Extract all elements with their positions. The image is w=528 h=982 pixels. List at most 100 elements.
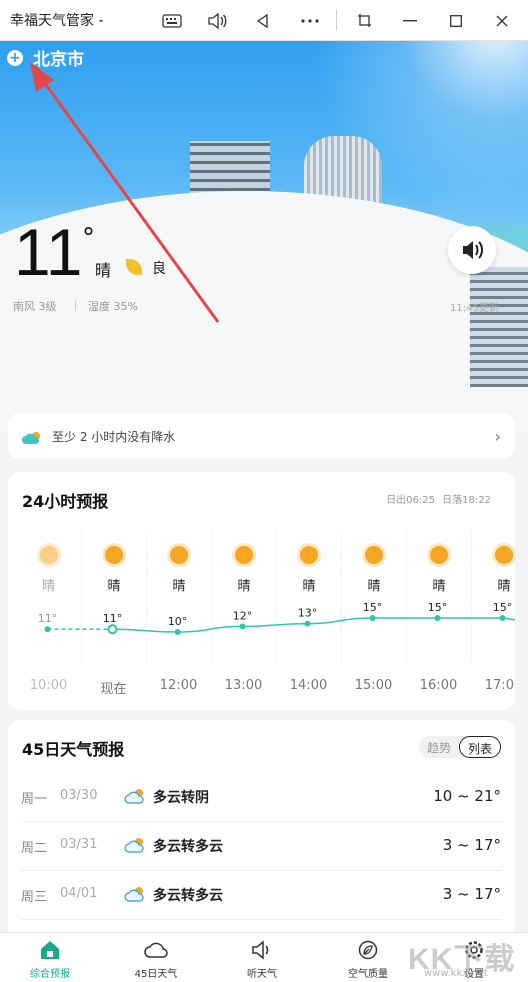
keyboard-icon[interactable] bbox=[160, 9, 184, 33]
chevron-right-icon[interactable]: › bbox=[495, 427, 501, 446]
sun-icon bbox=[105, 546, 123, 564]
daily-temp-range: 3 ~ 17° bbox=[442, 836, 501, 854]
partly-cloudy-icon bbox=[124, 788, 146, 804]
cloud-icon bbox=[22, 430, 40, 444]
hourly-time: 15:00 bbox=[354, 678, 393, 693]
location-selector[interactable]: + 北京市 bbox=[7, 45, 84, 70]
sun-icon bbox=[430, 546, 448, 564]
screenshot-icon[interactable] bbox=[353, 9, 377, 33]
hourly-condition: 晴 bbox=[237, 579, 251, 594]
nav-label: 45日天气 bbox=[134, 969, 178, 980]
add-city-icon[interactable]: + bbox=[7, 49, 23, 66]
back-triangle-icon[interactable] bbox=[251, 9, 275, 33]
sunset-time: 日落18:22 bbox=[442, 495, 491, 506]
air-quality-label[interactable]: 良 bbox=[152, 258, 166, 278]
partly-cloudy-icon bbox=[124, 886, 146, 902]
hourly-condition: 晴 bbox=[367, 579, 381, 594]
daily-row[interactable]: 周一 03/30 多云转阴 10 ~ 21° bbox=[8, 774, 515, 822]
hourly-condition: 晴 bbox=[497, 579, 511, 594]
hourly-item: 晴 bbox=[146, 532, 211, 662]
hourly-condition: 晴 bbox=[107, 579, 121, 594]
hourly-item: 晴 bbox=[471, 532, 515, 662]
sun-icon bbox=[39, 546, 58, 564]
hourly-time: 现在 bbox=[100, 682, 127, 697]
voice-broadcast-button[interactable] bbox=[448, 226, 496, 274]
daily-weekday: 周三 bbox=[21, 890, 48, 905]
maximize-icon[interactable] bbox=[444, 9, 468, 33]
sun-icon bbox=[495, 546, 513, 564]
row-divider bbox=[21, 821, 502, 822]
home-icon bbox=[10, 939, 90, 961]
row-divider bbox=[21, 870, 502, 871]
daily-date: 04/01 bbox=[60, 886, 98, 901]
hourly-condition: 晴 bbox=[302, 579, 316, 594]
daily-weekday: 周二 bbox=[21, 841, 48, 856]
wind-info: 南风 3级 bbox=[13, 300, 57, 313]
precipitation-text: 至少 2 小时内没有降水 bbox=[52, 429, 176, 444]
daily-temp-range: 3 ~ 17° bbox=[442, 885, 501, 903]
hourly-item: 晴 bbox=[16, 532, 81, 662]
daily-temp-range: 10 ~ 21° bbox=[433, 787, 501, 805]
hourly-item: 晴 bbox=[81, 532, 146, 662]
nav-label: 综合预报 bbox=[30, 969, 70, 980]
hourly-condition: 晴 bbox=[432, 579, 446, 594]
daily-forecast-card: 45日天气预报 趋势 列表 周一 03/30 多云转阴 10 ~ 21° 周二 03/31… bbox=[8, 720, 515, 940]
close-icon[interactable] bbox=[490, 9, 514, 33]
row-divider bbox=[21, 919, 502, 920]
view-toggle[interactable]: 趋势 列表 bbox=[418, 736, 501, 758]
volume-icon[interactable] bbox=[205, 9, 229, 33]
speaker-icon bbox=[463, 241, 483, 259]
precipitation-notice[interactable]: 至少 2 小时内没有降水 › bbox=[8, 413, 515, 459]
hourly-item: 晴 bbox=[341, 532, 406, 662]
partly-cloudy-icon bbox=[124, 837, 146, 853]
current-condition: 晴 bbox=[95, 261, 112, 280]
humidity-info: 湿度 35% bbox=[88, 300, 138, 313]
hourly-time: 14:00 bbox=[289, 678, 328, 693]
hourly-condition: 晴 bbox=[172, 579, 186, 594]
daily-weekday: 周一 bbox=[21, 792, 48, 807]
hourly-time: 17:00 bbox=[484, 678, 515, 693]
watermark-url: www.kkx.net bbox=[424, 968, 488, 979]
hourly-time: 10:00 bbox=[29, 678, 68, 693]
hourly-time: 16:00 bbox=[419, 678, 458, 693]
nav-item[interactable]: 45日天气 bbox=[116, 939, 196, 980]
degree-symbol: ° bbox=[82, 223, 95, 253]
info-divider bbox=[75, 300, 76, 311]
more-icon[interactable] bbox=[298, 9, 322, 33]
hourly-time: 12:00 bbox=[159, 678, 198, 693]
hourly-item: 晴 bbox=[276, 532, 341, 662]
sunrise-time: 日出06:25 bbox=[386, 495, 435, 506]
hourly-forecast-title: 24小时预报 bbox=[22, 492, 109, 511]
sun-icon bbox=[235, 546, 253, 564]
nav-item[interactable]: 听天气 bbox=[222, 939, 302, 980]
nav-label: 空气质量 bbox=[348, 969, 388, 980]
window-titlebar: 幸福天气管家 - bbox=[0, 0, 528, 41]
window-title: 幸福天气管家 - bbox=[10, 13, 104, 29]
list-toggle[interactable]: 列表 bbox=[458, 736, 501, 758]
daily-row[interactable]: 周三 04/01 多云转多云 3 ~ 17° bbox=[8, 872, 515, 920]
sun-icon bbox=[300, 546, 318, 564]
nav-item[interactable]: 综合预报 bbox=[10, 939, 90, 980]
nav-item[interactable]: 空气质量 bbox=[328, 939, 408, 980]
hourly-condition: 晴 bbox=[41, 579, 55, 594]
nav-label: 听天气 bbox=[247, 969, 277, 980]
daily-date: 03/31 bbox=[60, 837, 98, 852]
daily-forecast-title: 45日天气预报 bbox=[22, 740, 125, 759]
trend-toggle[interactable]: 趋势 bbox=[419, 736, 459, 758]
hourly-time: 13:00 bbox=[224, 678, 263, 693]
city-name[interactable]: 北京市 bbox=[33, 45, 84, 70]
sun-times: 日出06:25 日落18:22 bbox=[386, 491, 491, 506]
leaf-icon bbox=[328, 939, 408, 961]
sun-icon bbox=[365, 546, 383, 564]
titlebar-divider bbox=[336, 10, 337, 30]
sun-icon bbox=[170, 546, 188, 564]
hourly-forecast-card: 24小时预报 日出06:25 日落18:22 晴 10:00 晴现在 晴 12:00 晴 1… bbox=[8, 472, 515, 710]
daily-condition: 多云转阴 bbox=[153, 790, 209, 806]
daily-condition: 多云转多云 bbox=[153, 888, 223, 904]
minimize-icon[interactable] bbox=[398, 9, 422, 33]
daily-row[interactable]: 周二 03/31 多云转多云 3 ~ 17° bbox=[8, 823, 515, 871]
update-time: 11:45更新 bbox=[450, 303, 499, 314]
speaker-icon bbox=[222, 939, 302, 961]
daily-date: 03/30 bbox=[60, 788, 98, 803]
building-image bbox=[470, 267, 528, 387]
